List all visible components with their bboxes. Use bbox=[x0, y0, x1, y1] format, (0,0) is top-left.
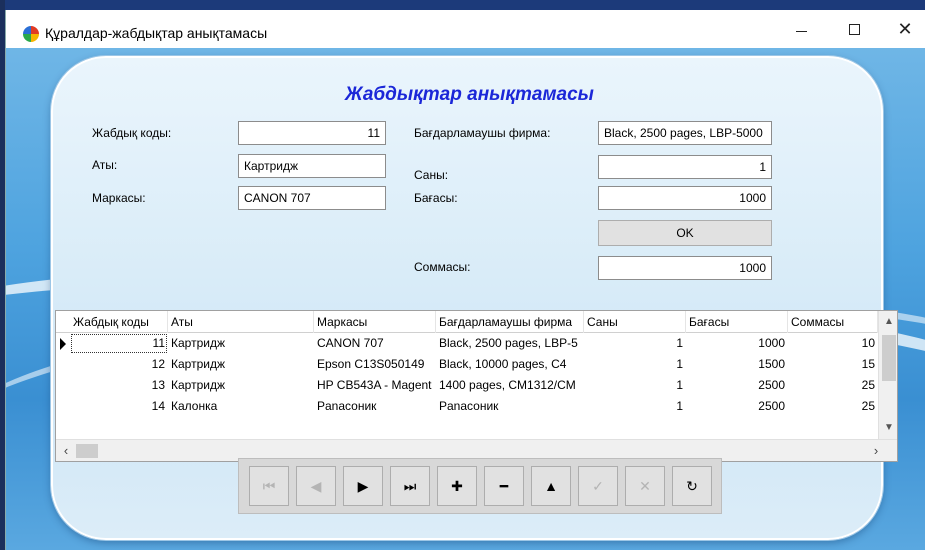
edit-triangle-icon: ▲ bbox=[544, 478, 558, 494]
table-row[interactable]: 13 Картридж HP CB543A - Magent 1400 page… bbox=[56, 375, 876, 396]
brand-label: Маркасы: bbox=[92, 191, 146, 205]
maximize-button[interactable] bbox=[831, 10, 877, 48]
window-title: Құралдар-жабдықтар анықтамасы bbox=[45, 25, 268, 41]
cell-vendor[interactable]: 1400 pages, CM1312/CM bbox=[436, 375, 584, 396]
app-window: Құралдар-жабдықтар анықтамасы ✕ Жабдықта… bbox=[5, 10, 925, 550]
column-header-total[interactable]: Соммасы bbox=[788, 311, 878, 333]
vertical-scrollbar[interactable]: ▲ ▼ bbox=[878, 311, 897, 439]
cell-total[interactable]: 25 bbox=[788, 396, 878, 417]
column-header-name[interactable]: Аты bbox=[168, 311, 314, 333]
nav-cancel-button[interactable]: ✕ bbox=[625, 466, 665, 506]
qty-label: Саны: bbox=[414, 168, 449, 182]
cell-code[interactable]: 13 bbox=[70, 375, 168, 396]
cell-vendor[interactable]: Panaсоник bbox=[436, 396, 584, 417]
prior-record-icon: ◀ bbox=[310, 477, 322, 494]
current-row-indicator-icon bbox=[60, 338, 66, 350]
cell-qty[interactable]: 1 bbox=[584, 396, 686, 417]
vendor-label: Бағдарламаушы фирма: bbox=[414, 126, 551, 140]
cell-qty[interactable]: 1 bbox=[584, 333, 686, 354]
name-label: Аты: bbox=[92, 158, 118, 172]
table-row[interactable]: 14 Калонка Panaсоник Panaсоник 1 2500 25 bbox=[56, 396, 876, 417]
last-record-icon: ⏭ bbox=[403, 477, 417, 494]
price-label: Бағасы: bbox=[414, 191, 458, 205]
cell-price[interactable]: 2500 bbox=[686, 375, 788, 396]
horizontal-scroll-thumb[interactable] bbox=[76, 444, 98, 458]
column-header-brand[interactable]: Маркасы bbox=[314, 311, 436, 333]
scroll-left-icon[interactable]: ‹ bbox=[56, 440, 76, 461]
cell-qty[interactable]: 1 bbox=[584, 375, 686, 396]
close-icon: ✕ bbox=[897, 18, 913, 39]
cell-price[interactable]: 1500 bbox=[686, 354, 788, 375]
name-field[interactable]: Картридж bbox=[238, 154, 386, 178]
form-title: Жабдықтар анықтамасы bbox=[345, 84, 594, 105]
ok-button[interactable]: OK bbox=[598, 220, 772, 246]
app-icon bbox=[23, 26, 39, 42]
brand-field[interactable]: CANON 707 bbox=[238, 186, 386, 210]
cell-name[interactable]: Калонка bbox=[168, 396, 314, 417]
minus-icon: ━ bbox=[499, 477, 509, 494]
cell-brand[interactable]: HP CB543A - Magent bbox=[314, 375, 436, 396]
next-record-icon: ▶ bbox=[357, 477, 369, 494]
grid-header: Жабдық коды Аты Маркасы Бағдарламаушы фи… bbox=[56, 311, 897, 333]
first-record-icon: ⏮ bbox=[262, 477, 276, 494]
scroll-down-icon[interactable]: ▼ bbox=[879, 419, 897, 437]
minimize-icon bbox=[795, 30, 807, 32]
table-row[interactable]: 12 Картридж Epson C13S050149 Black, 1000… bbox=[56, 354, 876, 375]
scroll-right-icon[interactable]: › bbox=[866, 440, 886, 461]
cell-total[interactable]: 10 bbox=[788, 333, 878, 354]
cell-name[interactable]: Картридж bbox=[168, 375, 314, 396]
nav-prior-button[interactable]: ◀ bbox=[296, 466, 336, 506]
total-field[interactable]: 1000 bbox=[598, 256, 772, 280]
column-header-code[interactable]: Жабдық коды bbox=[70, 311, 168, 333]
cell-vendor[interactable]: Black, 2500 pages, LBP-5 bbox=[436, 333, 584, 354]
nav-post-button[interactable]: ✓ bbox=[578, 466, 618, 506]
cell-vendor[interactable]: Black, 10000 pages, C4 bbox=[436, 354, 584, 375]
title-bar[interactable]: Құралдар-жабдықтар анықтамасы ✕ bbox=[6, 10, 925, 48]
close-button[interactable]: ✕ bbox=[882, 10, 925, 48]
cell-code[interactable]: 11 bbox=[70, 333, 168, 354]
cell-brand[interactable]: Panaсоник bbox=[314, 396, 436, 417]
code-label: Жабдық коды: bbox=[92, 126, 172, 140]
total-label: Соммасы: bbox=[414, 260, 471, 274]
column-header-vendor[interactable]: Бағдарламаушы фирма bbox=[436, 311, 584, 333]
nav-last-button[interactable]: ⏭ bbox=[390, 466, 430, 506]
nav-refresh-button[interactable]: ↻ bbox=[672, 466, 712, 506]
cell-price[interactable]: 1000 bbox=[686, 333, 788, 354]
minimize-button[interactable] bbox=[778, 10, 824, 48]
cell-total[interactable]: 25 bbox=[788, 375, 878, 396]
cell-total[interactable]: 15 bbox=[788, 354, 878, 375]
column-header-price[interactable]: Бағасы bbox=[686, 311, 788, 333]
cell-brand[interactable]: CANON 707 bbox=[314, 333, 436, 354]
cell-qty[interactable]: 1 bbox=[584, 354, 686, 375]
cell-code[interactable]: 12 bbox=[70, 354, 168, 375]
nav-next-button[interactable]: ▶ bbox=[343, 466, 383, 506]
qty-field[interactable]: 1 bbox=[598, 155, 772, 179]
vendor-field[interactable]: Black, 2500 pages, LBP-5000 bbox=[598, 121, 772, 145]
price-field[interactable]: 1000 bbox=[598, 186, 772, 210]
desktop-top-edge bbox=[0, 0, 925, 10]
nav-first-button[interactable]: ⏮ bbox=[249, 466, 289, 506]
plus-icon: ✚ bbox=[451, 477, 463, 494]
cancel-x-icon: ✕ bbox=[639, 477, 651, 494]
scroll-up-icon[interactable]: ▲ bbox=[879, 313, 897, 331]
db-navigator: ⏮ ◀ ▶ ⏭ ✚ ━ ▲ ✓ ✕ ↻ bbox=[238, 458, 722, 514]
maximize-icon bbox=[848, 23, 860, 35]
column-header-qty[interactable]: Саны bbox=[584, 311, 686, 333]
check-icon: ✓ bbox=[592, 477, 604, 494]
cell-code[interactable]: 14 bbox=[70, 396, 168, 417]
nav-edit-button[interactable]: ▲ bbox=[531, 466, 571, 506]
nav-delete-button[interactable]: ━ bbox=[484, 466, 524, 506]
table-row[interactable]: 11 Картридж CANON 707 Black, 2500 pages,… bbox=[56, 333, 876, 354]
cell-name[interactable]: Картридж bbox=[168, 354, 314, 375]
cell-brand[interactable]: Epson C13S050149 bbox=[314, 354, 436, 375]
refresh-icon: ↻ bbox=[686, 477, 698, 494]
nav-insert-button[interactable]: ✚ bbox=[437, 466, 477, 506]
vertical-scroll-thumb[interactable] bbox=[882, 335, 896, 381]
data-grid[interactable]: Жабдық коды Аты Маркасы Бағдарламаушы фи… bbox=[55, 310, 898, 462]
code-field[interactable]: 11 bbox=[238, 121, 386, 145]
cell-price[interactable]: 2500 bbox=[686, 396, 788, 417]
client-area: Жабдықтар анықтамасы Жабдық коды: 11 Аты… bbox=[6, 48, 925, 550]
cell-name[interactable]: Картридж bbox=[168, 333, 314, 354]
